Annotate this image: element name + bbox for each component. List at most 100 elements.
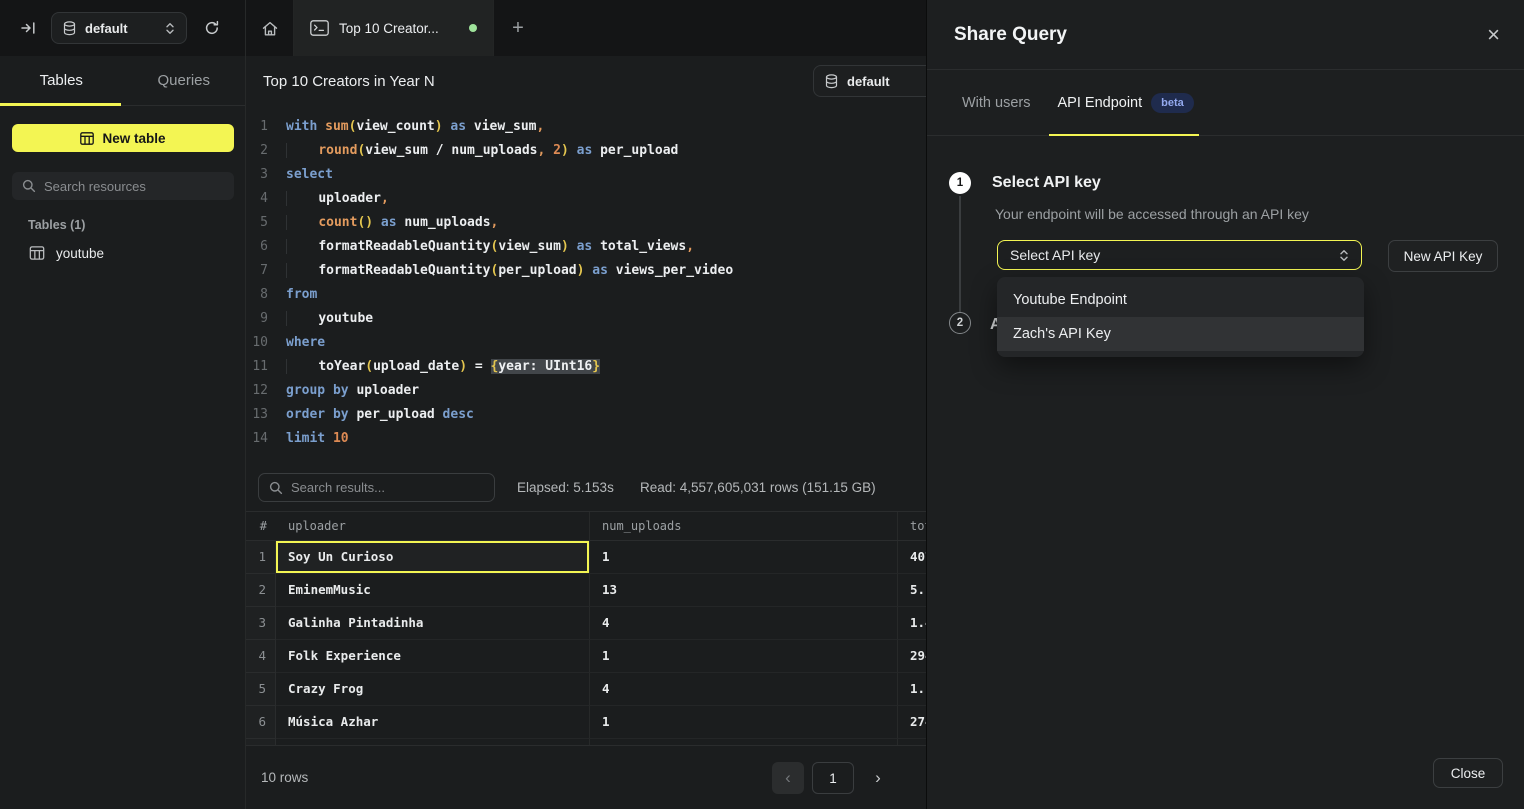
api-key-menu-item[interactable]: Youtube Endpoint bbox=[997, 283, 1364, 317]
database-icon bbox=[63, 21, 76, 36]
code-token: limit bbox=[286, 431, 333, 446]
code-line[interactable]: 12group by uploader bbox=[246, 379, 926, 403]
sql-editor[interactable]: 1with sum(view_count) as view_sum,2 roun… bbox=[246, 106, 926, 465]
code-token: uploader bbox=[318, 191, 381, 206]
resource-search-input[interactable] bbox=[44, 179, 224, 194]
tab-title: Top 10 Creator... bbox=[339, 21, 439, 36]
tab-top-10-creators[interactable]: Top 10 Creator... bbox=[294, 0, 494, 56]
database-select[interactable]: default bbox=[51, 12, 187, 44]
refresh-icon[interactable] bbox=[204, 20, 220, 36]
code-line[interactable]: 6 formatReadableQuantity(view_sum) as to… bbox=[246, 235, 926, 259]
terminal-icon bbox=[310, 20, 329, 36]
close-icon[interactable]: × bbox=[1487, 24, 1500, 46]
code-line[interactable]: 13order by per_upload desc bbox=[246, 403, 926, 427]
total-views-cell[interactable]: 1.1 bbox=[898, 673, 926, 706]
collapse-sidebar-icon[interactable] bbox=[20, 20, 37, 36]
uploader-cell[interactable]: EminemMusic bbox=[276, 574, 590, 607]
results-footer: 10 rows ‹ 1 › bbox=[246, 745, 926, 809]
new-table-button[interactable]: New table bbox=[12, 124, 234, 152]
resource-search[interactable] bbox=[12, 172, 234, 200]
line-number: 3 bbox=[246, 163, 268, 187]
code-token bbox=[286, 263, 318, 278]
current-page[interactable]: 1 bbox=[812, 762, 854, 794]
column-header-uploader[interactable]: uploader bbox=[276, 512, 590, 540]
column-header-index[interactable]: # bbox=[246, 512, 276, 540]
code-token: views_per_video bbox=[616, 263, 733, 278]
num-uploads-cell[interactable]: 1 bbox=[590, 541, 898, 574]
num-uploads-cell[interactable]: 13 bbox=[590, 574, 898, 607]
num-uploads-cell[interactable]: 1 bbox=[590, 640, 898, 673]
panel-body: 1 2 A Select API key Your endpoint will … bbox=[927, 136, 1524, 808]
code-token: as bbox=[443, 119, 474, 134]
new-tab-button[interactable]: + bbox=[494, 0, 542, 56]
code-token bbox=[286, 215, 318, 230]
num-uploads-cell[interactable]: 1 bbox=[590, 706, 898, 739]
sidebar: default Tables Queries New table Tables … bbox=[0, 0, 246, 809]
results-search-input[interactable] bbox=[291, 480, 484, 495]
total-views-cell[interactable]: 407 bbox=[898, 541, 926, 574]
code-line[interactable]: 10where bbox=[246, 331, 926, 355]
uploader-cell[interactable]: Crazy Frog bbox=[276, 673, 590, 706]
next-page-button[interactable]: › bbox=[862, 762, 894, 794]
table-row: 3Galinha Pintadinha41.4 bbox=[246, 607, 926, 640]
close-panel-button[interactable]: Close bbox=[1433, 758, 1503, 788]
api-key-menu-item[interactable]: Zach's API Key bbox=[997, 317, 1364, 351]
code-line[interactable]: 7 formatReadableQuantity(per_upload) as … bbox=[246, 259, 926, 283]
total-views-cell[interactable]: 1.4 bbox=[898, 607, 926, 640]
tab-with-users[interactable]: With users bbox=[962, 95, 1031, 111]
code-token: sum bbox=[325, 119, 348, 134]
results-search[interactable] bbox=[258, 473, 495, 502]
uploader-cell[interactable]: Galinha Pintadinha bbox=[276, 607, 590, 640]
num-uploads-cell[interactable]: 4 bbox=[590, 673, 898, 706]
sidebar-topbar: default bbox=[0, 0, 245, 56]
code-token: total_views bbox=[600, 239, 686, 254]
code-line[interactable]: 2 round(view_sum / num_uploads, 2) as pe… bbox=[246, 139, 926, 163]
new-api-key-button[interactable]: New API Key bbox=[1388, 240, 1498, 272]
column-header-total-views[interactable]: tot bbox=[898, 512, 926, 540]
code-token: as bbox=[373, 215, 404, 230]
column-header-num-uploads[interactable]: num_uploads bbox=[590, 512, 898, 540]
code-line[interactable]: 5 count() as num_uploads, bbox=[246, 211, 926, 235]
api-key-select[interactable]: Select API key bbox=[997, 240, 1362, 270]
tab-api-endpoint-label: API Endpoint bbox=[1058, 95, 1143, 111]
total-views-cell[interactable]: 274 bbox=[898, 706, 926, 739]
uploader-cell[interactable]: Soy Un Curioso bbox=[276, 541, 590, 574]
line-number: 9 bbox=[246, 307, 268, 331]
code-line[interactable]: 11 toYear(upload_date) = {year: UInt16} bbox=[246, 355, 926, 379]
code-token bbox=[286, 143, 318, 158]
total-views-cell[interactable]: 5.1 bbox=[898, 574, 926, 607]
code-token bbox=[286, 191, 318, 206]
code-token: , bbox=[381, 191, 389, 206]
results-body: 1Soy Un Curioso14072EminemMusic135.13Gal… bbox=[246, 541, 926, 745]
code-token: num_uploads bbox=[451, 143, 537, 158]
sidebar-item-youtube[interactable]: youtube bbox=[16, 240, 230, 266]
code-token: view_sum bbox=[365, 143, 428, 158]
code-line[interactable]: 3select bbox=[246, 163, 926, 187]
code-token: year: UInt16 bbox=[498, 359, 592, 374]
code-token: , bbox=[537, 119, 545, 134]
code-line[interactable]: 14limit 10 bbox=[246, 427, 926, 451]
tab-api-endpoint[interactable]: API Endpoint beta bbox=[1058, 93, 1194, 113]
num-uploads-cell[interactable]: 4 bbox=[590, 607, 898, 640]
code-token: ) bbox=[561, 143, 569, 158]
line-number: 5 bbox=[246, 211, 268, 235]
code-line[interactable]: 1with sum(view_count) as view_sum, bbox=[246, 115, 926, 139]
tab-tables[interactable]: Tables bbox=[0, 56, 123, 105]
home-button[interactable] bbox=[246, 0, 294, 56]
table-row: 6Música Azhar1274 bbox=[246, 706, 926, 739]
code-token: youtube bbox=[318, 311, 373, 326]
code-line[interactable]: 4 uploader, bbox=[246, 187, 926, 211]
total-views-cell[interactable]: 294 bbox=[898, 640, 926, 673]
row-index-cell: 5 bbox=[246, 673, 276, 706]
code-line[interactable]: 9 youtube bbox=[246, 307, 926, 331]
uploader-cell[interactable]: Folk Experience bbox=[276, 640, 590, 673]
code-line[interactable]: 8from bbox=[246, 283, 926, 307]
tab-queries[interactable]: Queries bbox=[123, 56, 246, 105]
uploader-cell[interactable]: Música Azhar bbox=[276, 706, 590, 739]
main-area: Top 10 Creator... + Top 10 Creators in Y… bbox=[246, 0, 926, 809]
step-connector-line bbox=[959, 196, 961, 312]
prev-page-button[interactable]: ‹ bbox=[772, 762, 804, 794]
query-database-select[interactable]: default bbox=[813, 65, 926, 97]
line-number: 8 bbox=[246, 283, 268, 307]
active-tab-underline bbox=[0, 103, 121, 106]
